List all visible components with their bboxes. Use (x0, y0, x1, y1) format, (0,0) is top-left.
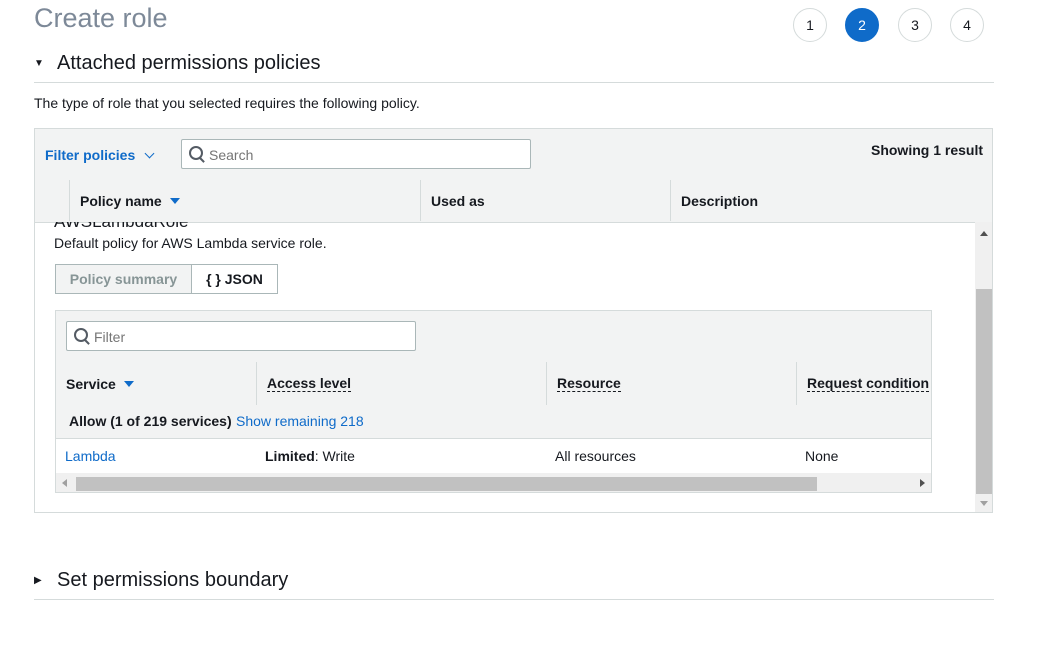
summary-header-row: Service Access level Resource Request co… (56, 362, 931, 406)
column-access-level[interactable]: Access level (256, 362, 546, 405)
column-label: Description (681, 192, 759, 209)
result-count: Showing 1 result (870, 142, 983, 158)
column-label: Used as (431, 192, 485, 209)
column-label: Policy name (80, 192, 162, 209)
step-3-button[interactable]: 3 (898, 8, 932, 42)
search-icon (74, 328, 88, 342)
scroll-up-icon[interactable] (980, 231, 988, 236)
policy-details-panel: AWSLambdaRole Default policy for AWS Lam… (35, 222, 975, 512)
summary-filter-input[interactable] (92, 326, 396, 348)
tab-policy-summary[interactable]: Policy summary (55, 264, 192, 294)
table-header-row: Policy name Used as Description (35, 180, 992, 223)
access-level-value: Limited: Write (265, 448, 355, 464)
allow-summary: Allow (1 of 219 services) (69, 413, 232, 429)
filter-policies-label: Filter policies (45, 147, 136, 163)
resource-value: All resources (555, 448, 636, 464)
policy-search-input[interactable] (207, 144, 511, 166)
table-row: Lambda Limited: Write All resources None (56, 439, 931, 474)
scroll-right-icon[interactable] (920, 479, 925, 487)
access-level-rest: : Write (314, 448, 355, 464)
policy-summary-table: Service Access level Resource Request co… (55, 310, 932, 493)
sort-desc-icon (169, 197, 180, 204)
service-link[interactable]: Lambda (65, 448, 116, 464)
column-request-condition[interactable]: Request condition (796, 362, 931, 405)
column-used-as[interactable]: Used as (420, 180, 670, 221)
policies-table: Filter policies Showing 1 result Policy … (34, 128, 993, 513)
step-4-button[interactable]: 4 (950, 8, 984, 42)
column-resource[interactable]: Resource (546, 362, 796, 405)
table-toolbar: Filter policies Showing 1 result (35, 129, 992, 181)
page-title: Create role (34, 3, 168, 33)
scroll-left-icon[interactable] (62, 479, 67, 487)
search-icon (189, 146, 203, 160)
column-service[interactable]: Service (56, 362, 256, 405)
column-label: Resource (557, 375, 621, 392)
permissions-boundary-header[interactable]: ▶ Set permissions boundary (34, 569, 994, 600)
sort-desc-icon (123, 380, 134, 387)
show-remaining-link[interactable]: Show remaining 218 (236, 413, 364, 429)
condition-value: None (805, 448, 839, 464)
allow-summary-row: Allow (1 of 219 services) Show remaining… (56, 405, 931, 439)
filter-policies-dropdown[interactable]: Filter policies (45, 147, 155, 163)
column-label: Request condition (807, 375, 930, 392)
column-policy-name[interactable]: Policy name (69, 180, 420, 221)
chevron-down-icon (144, 148, 155, 159)
summary-filter-box[interactable] (66, 321, 416, 351)
policy-name: AWSLambdaRole (54, 222, 189, 232)
tab-json[interactable]: { } JSON (191, 264, 278, 294)
attached-policies-header[interactable]: ▼ Attached permissions policies (34, 52, 994, 83)
access-level-bold: Limited (265, 448, 315, 464)
policy-description: Default policy for AWS Lambda service ro… (54, 235, 327, 251)
details-vertical-scrollbar[interactable] (975, 222, 992, 512)
summary-horizontal-scrollbar[interactable] (56, 473, 931, 492)
scrollbar-thumb[interactable] (76, 477, 817, 491)
scroll-down-icon[interactable] (980, 501, 988, 506)
section-title: Set permissions boundary (57, 569, 289, 591)
section-description: The type of role that you selected requi… (34, 95, 420, 111)
scrollbar-thumb[interactable] (976, 289, 992, 494)
summary-toolbar (56, 311, 931, 363)
caret-down-icon: ▼ (34, 58, 44, 70)
column-description[interactable]: Description (670, 180, 992, 221)
section-title: Attached permissions policies (57, 52, 321, 74)
policy-search-box[interactable] (181, 139, 531, 169)
step-1-button[interactable]: 1 (793, 8, 827, 42)
column-label: Access level (267, 375, 352, 392)
column-label: Service (66, 375, 116, 392)
caret-right-icon: ▶ (34, 575, 42, 587)
step-2-button[interactable]: 2 (845, 8, 879, 42)
